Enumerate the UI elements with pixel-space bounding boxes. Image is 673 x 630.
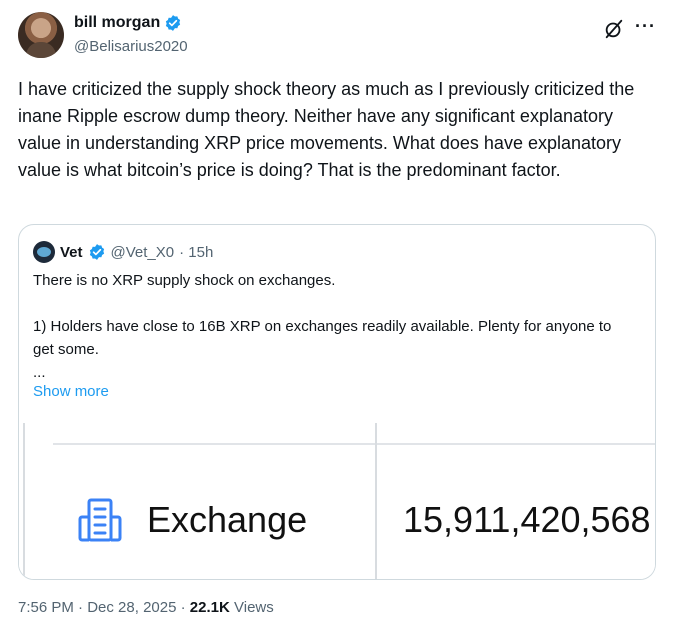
tweet-text: I have criticized the supply shock theor… [18, 79, 635, 180]
author-handle[interactable]: @Belisarius2020 [74, 38, 188, 55]
more-icon[interactable]: ··· [635, 17, 656, 35]
quote-author-handle: @Vet_X0 [110, 243, 175, 261]
quote-avatar [33, 241, 55, 263]
views-label: Views [234, 599, 274, 616]
show-more-link[interactable]: Show more [33, 383, 109, 400]
quoted-tweet[interactable]: Vet @Vet_X0 · 15h There is no XRP supply… [18, 224, 656, 580]
quote-header: Vet @Vet_X0 · 15h [33, 241, 213, 263]
verified-badge-icon [89, 244, 104, 260]
tweet-date[interactable]: Dec 28, 2025 [87, 599, 176, 616]
quote-image[interactable]: Exchange 15,911,420,568 [19, 423, 655, 579]
exchange-label: Exchange [147, 499, 308, 540]
quote-text: There is no XRP supply shock on exchange… [33, 272, 612, 381]
quote-timestamp: · 15h [179, 243, 214, 261]
exchange-value: 15,911,420,568 [403, 499, 651, 540]
building-icon [78, 498, 122, 542]
author-avatar[interactable] [18, 12, 64, 58]
author-name[interactable]: bill morgan [74, 14, 160, 32]
grok-icon[interactable] [603, 18, 625, 40]
tweet-time[interactable]: 7:56 PM [18, 599, 74, 616]
image-divider [23, 423, 25, 579]
tweet-meta: 7:56 PM · Dec 28, 2025 · 22.1K Views [18, 599, 274, 616]
verified-badge-icon [166, 15, 181, 31]
meta-separator: · [78, 599, 88, 616]
author-name-row: bill morgan [74, 14, 182, 32]
quote-author-name: Vet [60, 243, 83, 261]
image-divider [53, 443, 655, 445]
views-count: 22.1K [189, 599, 230, 616]
tweet: bill morgan @Belisarius2020 ··· I have c… [0, 0, 673, 630]
meta-separator: · [180, 599, 190, 616]
image-divider [375, 423, 377, 579]
